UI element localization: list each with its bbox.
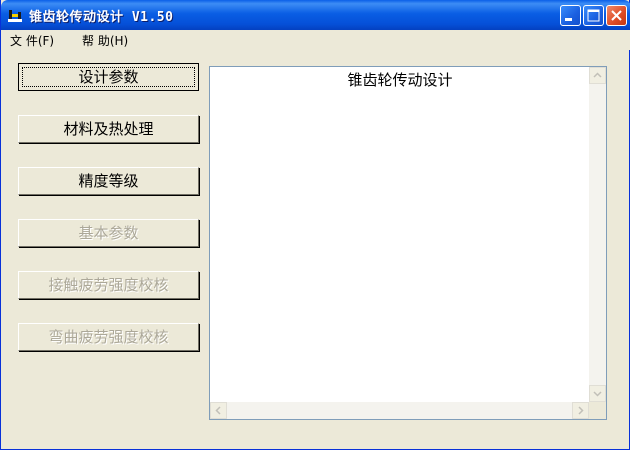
bending-fatigue-check-button[interactable]: 弯曲疲劳强度校核 xyxy=(18,323,199,351)
scrollbar-corner xyxy=(589,402,606,419)
arrow-right-icon xyxy=(578,406,584,415)
output-heading: 锥齿轮传动设计 xyxy=(347,71,453,89)
arrow-left-icon xyxy=(215,406,221,415)
menu-file[interactable]: 文 件(F) xyxy=(10,32,54,49)
horizontal-scrollbar[interactable] xyxy=(210,402,589,419)
contact-fatigue-check-button[interactable]: 接触疲劳强度校核 xyxy=(18,271,199,299)
vertical-scrollbar[interactable] xyxy=(589,67,606,402)
maximize-icon xyxy=(587,9,600,22)
precision-grade-button[interactable]: 精度等级 xyxy=(18,167,199,195)
output-textarea[interactable]: 锥齿轮传动设计 xyxy=(209,66,607,420)
scroll-down-button[interactable] xyxy=(589,385,606,402)
close-button[interactable] xyxy=(606,5,627,26)
title-bar[interactable]: 锥齿轮传动设计 V1.50 xyxy=(1,0,630,30)
scroll-up-button[interactable] xyxy=(589,67,606,84)
minimize-button[interactable] xyxy=(560,5,581,26)
material-heat-treatment-button[interactable]: 材料及热处理 xyxy=(18,115,199,143)
arrow-down-icon xyxy=(593,391,602,397)
scroll-right-button[interactable] xyxy=(572,402,589,419)
minimize-icon xyxy=(565,18,572,21)
scroll-left-button[interactable] xyxy=(210,402,227,419)
arrow-up-icon xyxy=(593,72,602,78)
close-icon xyxy=(611,10,622,21)
menu-help[interactable]: 帮 助(H) xyxy=(82,32,128,49)
menu-bar: 文 件(F) 帮 助(H) xyxy=(1,30,630,50)
design-params-button[interactable]: 设计参数 xyxy=(18,63,199,91)
basic-params-button[interactable]: 基本参数 xyxy=(18,219,199,247)
main-window: 锥齿轮传动设计 V1.50 文 件(F) 帮 助(H) 设计参数 材料及热处理 … xyxy=(0,0,630,450)
window-title: 锥齿轮传动设计 V1.50 xyxy=(29,10,174,25)
app-icon xyxy=(8,10,22,22)
maximize-button[interactable] xyxy=(583,5,604,26)
